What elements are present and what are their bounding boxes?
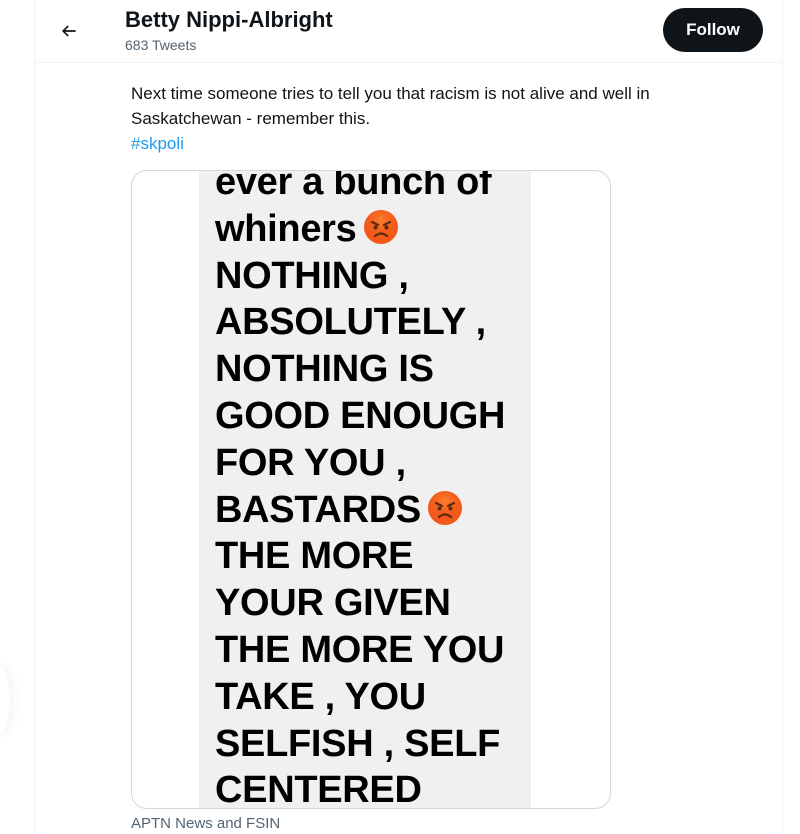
message-line: YOUR GIVEN <box>215 582 451 625</box>
profile-header: Betty Nippi-Albright 683 Tweets Follow <box>35 0 782 63</box>
message-line: ever a bunch of <box>215 171 492 203</box>
media-credit: APTN News and FSIN <box>131 815 281 832</box>
back-button[interactable] <box>51 13 87 49</box>
message-screenshot: ever a bunch of whiners NOTHING , ABSOLU… <box>199 171 531 809</box>
message-line: THE MORE <box>215 535 414 578</box>
message-line: ABSOLUTELY , <box>215 301 486 344</box>
message-line: whiners <box>215 206 531 253</box>
left-edge-shadow <box>0 665 10 735</box>
message-line: NOTHING , <box>215 254 409 297</box>
tweet-text: Next time someone tries to tell you that… <box>131 81 751 156</box>
hashtag-link[interactable]: #skpoli <box>131 134 184 153</box>
message-line: TAKE , YOU <box>215 675 426 718</box>
message-line: GOOD ENOUGH <box>215 394 506 437</box>
tweet-text-line-2: Saskatchewan - remember this. <box>131 109 371 128</box>
profile-name[interactable]: Betty Nippi-Albright <box>125 7 333 33</box>
page: Betty Nippi-Albright 683 Tweets Follow N… <box>0 0 800 834</box>
message-text: ever a bunch of whiners NOTHING , ABSOLU… <box>215 171 531 809</box>
timeline-column: Betty Nippi-Albright 683 Tweets Follow N… <box>34 0 783 834</box>
tweet-text-line-1: Next time someone tries to tell you that… <box>131 84 650 103</box>
follow-button[interactable]: Follow <box>663 8 763 52</box>
angry-face-icon <box>427 490 462 525</box>
message-line: NOTHING IS <box>215 348 434 391</box>
message-line: CENTERED <box>215 769 422 809</box>
arrow-left-icon <box>61 25 76 37</box>
message-line: THE MORE YOU <box>215 628 505 671</box>
tweet-count: 683 Tweets <box>125 37 197 53</box>
message-line: BASTARDS <box>215 487 531 534</box>
angry-face-icon <box>363 209 398 244</box>
message-line: SELFISH , SELF <box>215 722 501 765</box>
tweet-media[interactable]: ever a bunch of whiners NOTHING , ABSOLU… <box>131 170 611 809</box>
message-line: FOR YOU , <box>215 441 406 484</box>
